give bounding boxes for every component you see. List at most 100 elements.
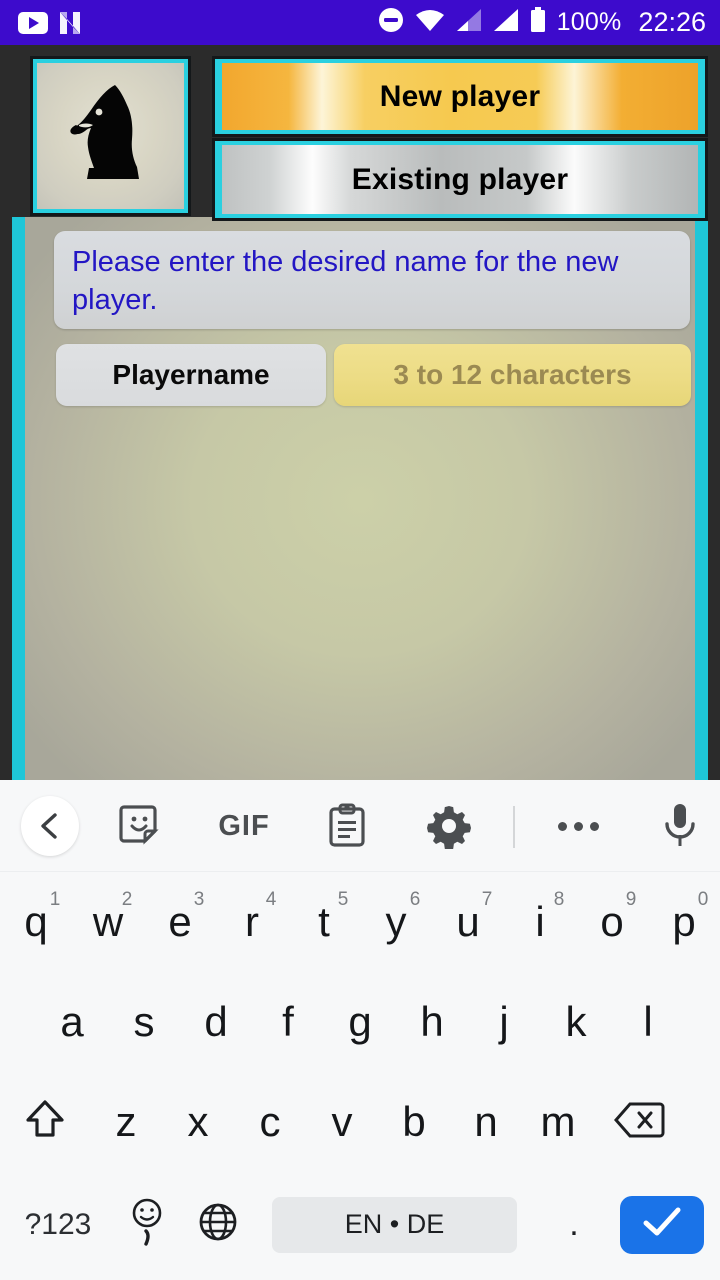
key-superscript: 4 xyxy=(265,889,277,910)
key-i[interactable]: i 8 xyxy=(504,872,576,972)
key-superscript: 2 xyxy=(121,889,133,910)
period-key[interactable]: . xyxy=(545,1185,603,1265)
status-bar: 100% 22:26 xyxy=(0,0,720,45)
youtube-icon xyxy=(18,11,48,34)
keyboard-row-1: q 1 w 2 e 3 r 4 t 5 y 6 u 7 i 8 o 9 p 0 xyxy=(0,872,720,972)
key-y[interactable]: y 6 xyxy=(360,872,432,972)
key-label: f xyxy=(282,998,294,1045)
key-label: a xyxy=(60,998,84,1045)
key-o[interactable]: o 9 xyxy=(576,872,648,972)
keyboard-row-3: z x c v b n m xyxy=(0,1072,720,1172)
shift-key[interactable] xyxy=(0,1072,90,1172)
key-z[interactable]: z xyxy=(90,1072,162,1172)
key-d[interactable]: d xyxy=(180,972,252,1072)
key-superscript: 6 xyxy=(409,889,421,910)
gear-icon[interactable] xyxy=(425,802,473,850)
playername-label: Playername xyxy=(56,344,326,406)
key-superscript: 7 xyxy=(481,889,493,910)
key-label: p xyxy=(672,898,696,945)
key-superscript: 0 xyxy=(697,889,709,910)
key-p[interactable]: p 0 xyxy=(648,872,720,972)
key-label: j xyxy=(499,998,509,1045)
existing-player-button[interactable]: Existing player xyxy=(212,138,708,221)
instruction-text: Please enter the desired name for the ne… xyxy=(72,246,619,316)
key-h[interactable]: h xyxy=(396,972,468,1072)
enter-key[interactable] xyxy=(620,1195,704,1254)
backspace-key[interactable] xyxy=(594,1072,684,1172)
new-player-button[interactable]: New player xyxy=(212,56,708,137)
key-c[interactable]: c xyxy=(234,1072,306,1172)
key-u[interactable]: u 7 xyxy=(432,872,504,972)
key-v[interactable]: v xyxy=(306,1072,378,1172)
key-w[interactable]: w 2 xyxy=(72,872,144,972)
app-inner: New player Existing player Please enter … xyxy=(12,45,708,780)
key-label: u xyxy=(456,898,480,945)
key-label: e xyxy=(168,898,192,945)
language-key[interactable] xyxy=(186,1185,250,1265)
playername-placeholder: 3 to 12 characters xyxy=(393,359,632,390)
key-l[interactable]: l xyxy=(612,972,684,1072)
key-label: l xyxy=(643,998,653,1045)
shift-icon xyxy=(23,1097,67,1148)
key-j[interactable]: j xyxy=(468,972,540,1072)
keyboard-row-4: ?123 EN • DE . xyxy=(0,1172,720,1277)
keyboard-row-2: a s d f g h j k l xyxy=(0,972,720,1072)
checkmark-icon xyxy=(640,1204,684,1245)
status-bar-clock: 22:26 xyxy=(638,7,706,37)
symbols-key[interactable]: ?123 xyxy=(14,1185,102,1265)
key-label: g xyxy=(348,998,372,1045)
key-label: n xyxy=(474,1098,498,1145)
gif-button[interactable]: GIF xyxy=(208,802,280,850)
key-label: v xyxy=(331,1098,353,1145)
key-n[interactable]: n xyxy=(450,1072,522,1172)
key-e[interactable]: e 3 xyxy=(144,872,216,972)
key-label: k xyxy=(565,998,587,1045)
key-k[interactable]: k xyxy=(540,972,612,1072)
key-superscript: 8 xyxy=(553,889,565,910)
period-key-label: . xyxy=(569,1205,579,1243)
emoji-comma-icon xyxy=(127,1193,167,1256)
playername-label-text: Playername xyxy=(112,359,270,390)
key-label: r xyxy=(245,898,259,945)
playername-input[interactable]: 3 to 12 characters xyxy=(334,344,691,406)
key-label: c xyxy=(259,1098,281,1145)
key-label: s xyxy=(133,998,155,1045)
key-s[interactable]: s xyxy=(108,972,180,1072)
key-label: z xyxy=(115,1098,137,1145)
more-dots-icon[interactable] xyxy=(552,802,604,850)
clipboard-icon[interactable] xyxy=(323,802,371,850)
key-label: o xyxy=(600,898,624,945)
battery-icon xyxy=(530,7,546,38)
keyboard-letter-rows: q 1 w 2 e 3 r 4 t 5 y 6 u 7 i 8 o 9 p 0 … xyxy=(0,872,720,1277)
key-r[interactable]: r 4 xyxy=(216,872,288,972)
backspace-icon xyxy=(613,1099,665,1146)
avatar[interactable] xyxy=(30,56,191,216)
signal-icon-2 xyxy=(493,8,519,37)
wifi-icon xyxy=(415,8,445,37)
key-superscript: 9 xyxy=(625,889,637,910)
key-x[interactable]: x xyxy=(162,1072,234,1172)
key-f[interactable]: f xyxy=(252,972,324,1072)
status-bar-system-icons: 100% 22:26 xyxy=(378,7,706,38)
key-q[interactable]: q 1 xyxy=(0,872,72,972)
space-key[interactable]: EN • DE xyxy=(272,1196,517,1253)
nova-launcher-icon xyxy=(58,10,82,36)
key-label: i xyxy=(535,898,545,945)
do-not-disturb-icon xyxy=(378,7,404,38)
space-key-label: EN • DE xyxy=(344,1209,445,1239)
key-a[interactable]: a xyxy=(36,972,108,1072)
back-chevron-icon[interactable] xyxy=(21,796,79,856)
microphone-icon[interactable] xyxy=(657,800,703,852)
instruction-panel: Please enter the desired name for the ne… xyxy=(54,231,690,329)
key-label: m xyxy=(540,1098,576,1145)
key-t[interactable]: t 5 xyxy=(288,872,360,972)
key-label: h xyxy=(420,998,444,1045)
key-label: d xyxy=(204,998,228,1045)
key-b[interactable]: b xyxy=(378,1072,450,1172)
emoji-comma-key[interactable] xyxy=(112,1185,182,1265)
key-g[interactable]: g xyxy=(324,972,396,1072)
chess-knight-icon xyxy=(63,81,159,191)
sticker-icon[interactable] xyxy=(116,802,168,850)
key-m[interactable]: m xyxy=(522,1072,594,1172)
key-label: b xyxy=(402,1098,426,1145)
